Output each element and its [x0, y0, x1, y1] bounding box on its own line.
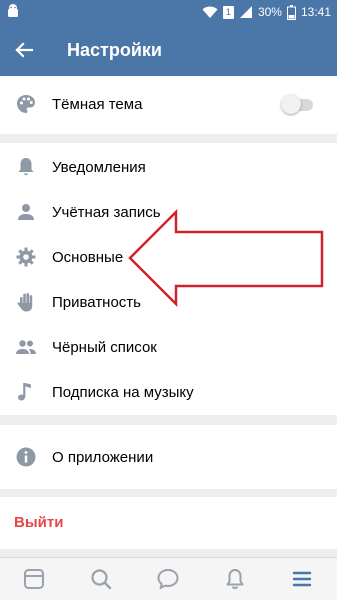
settings-item-label: Учётная запись	[52, 204, 161, 221]
settings-item-privacy[interactable]: Приватность	[0, 280, 337, 325]
settings-item-label: Подписка на музыку	[52, 384, 194, 401]
settings-list: Уведомления Учётная запись Основные Прив…	[0, 143, 337, 415]
info-icon	[16, 447, 36, 467]
people-icon	[16, 340, 36, 354]
settings-item-account[interactable]: Учётная запись	[0, 190, 337, 235]
gear-icon	[16, 247, 36, 267]
messages-icon[interactable]	[155, 566, 181, 592]
menu-icon[interactable]	[289, 566, 315, 592]
settings-item-general[interactable]: Основные	[0, 235, 337, 280]
back-arrow-icon[interactable]	[10, 36, 38, 64]
sim-badge: 1	[222, 5, 234, 19]
battery-icon	[286, 4, 296, 20]
hand-icon	[17, 293, 33, 312]
about-app-label: О приложении	[52, 449, 154, 466]
logout-section: Выйти	[0, 497, 337, 549]
news-tab-icon[interactable]	[21, 566, 47, 592]
bell-icon	[18, 158, 34, 176]
app-bar: Настройки	[0, 24, 337, 76]
about-app-row[interactable]: О приложении	[0, 435, 337, 480]
person-icon	[18, 204, 34, 220]
dark-theme-toggle[interactable]	[281, 94, 313, 114]
android-icon	[8, 4, 18, 17]
search-icon[interactable]	[88, 566, 114, 592]
settings-item-label: Чёрный список	[52, 339, 157, 356]
music-note-icon	[18, 383, 31, 401]
settings-item-blacklist[interactable]: Чёрный список	[0, 325, 337, 370]
toggle-thumb	[281, 94, 301, 114]
logout-button[interactable]: Выйти	[14, 497, 63, 549]
notifications-icon[interactable]	[222, 566, 248, 592]
settings-item-notifications[interactable]: Уведомления	[0, 145, 337, 190]
wifi-icon	[202, 6, 218, 18]
settings-item-label: Уведомления	[52, 159, 146, 176]
settings-item-music-subscription[interactable]: Подписка на музыку	[0, 370, 337, 415]
palette-icon	[17, 95, 35, 113]
bottom-tab-bar	[0, 557, 337, 600]
about-section: О приложении	[0, 425, 337, 489]
clock: 13:41	[300, 5, 331, 19]
theme-section: Тёмная тема	[0, 76, 337, 134]
signal-icon	[239, 6, 252, 18]
page-title: Настройки	[67, 40, 162, 60]
dark-theme-label: Тёмная тема	[52, 96, 143, 113]
settings-item-label: Основные	[52, 249, 124, 266]
settings-item-label: Приватность	[52, 294, 141, 311]
battery-percent: 30%	[257, 5, 282, 19]
status-bar: 1 30% 13:41	[0, 0, 337, 24]
